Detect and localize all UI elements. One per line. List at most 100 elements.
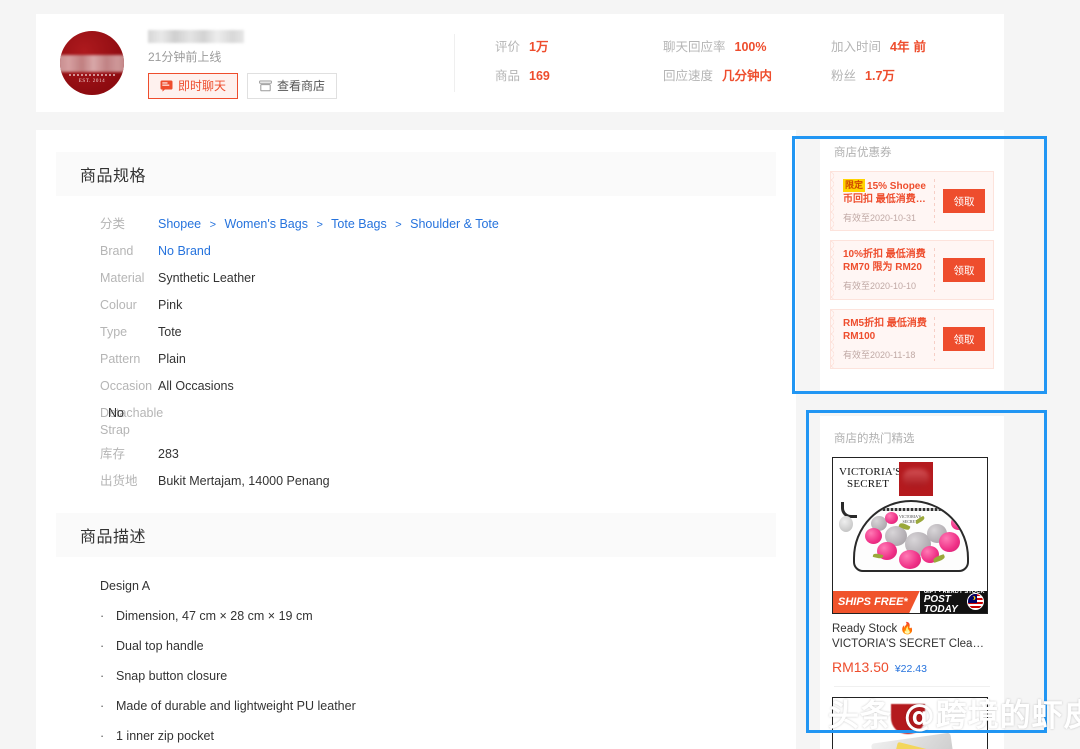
stat-chat-response-rate: 聊天回应率 100% [663,36,831,65]
voucher-claim-button[interactable]: 领取 [943,189,985,213]
breadcrumb-sep-1: > [316,219,323,231]
voucher-zigzag-edge [830,241,835,299]
flower-pink [951,516,966,530]
sidebar: 商店优惠券 限定 15% Shopee 币回扣 最低消费… 有效至2020-10-… [820,130,1004,390]
bag-zipper-icon [855,508,967,511]
voucher-limited-badge: 限定 [843,178,866,192]
specification-table: 分类 Shopee > Women's Bags > Tote Bags > S… [36,196,796,493]
spec-row-type: Type Tote [36,324,796,344]
spec-key-category: 分类 [100,217,126,231]
voucher-dashed-divider [934,248,935,292]
stat-column-2: 聊天回应率 100% 回应速度 几分钟内 [663,36,831,94]
flower-pink [939,532,960,552]
breadcrumb-sep-0: > [209,219,217,231]
voucher-line2: RM70 限为 RM20 [843,262,922,273]
voucher-card[interactable]: RM5折扣 最低消费 RM100 有效至2020-11-18 领取 [830,309,994,369]
voucher-zigzag-edge [830,172,835,230]
flower-pink [899,550,921,569]
stat-ratings-label: 评价 [495,40,521,54]
voucher-card[interactable]: 限定 15% Shopee 币回扣 最低消费… 有效至2020-10-31 领取 [830,171,994,231]
description-bullet: · Dimension, 47 cm × 28 cm × 19 cm [100,609,796,623]
spec-row-detachable-strap: Detachable Strap No [36,405,796,439]
voucher-line2: RM100 [843,331,876,342]
voucher-dashed-divider [934,179,935,223]
bag-charm-tag [839,516,853,532]
flower-pink [885,512,898,524]
hot-product-price-converted: ¥22.43 [894,663,927,675]
spec-row-pattern: Pattern Plain [36,351,796,371]
hot-product-name-line2: VICTORIA'S SECRET Clea… [832,638,984,650]
bullet-dot-icon: · [100,609,105,623]
description-bullet-text: Snap button closure [116,669,228,683]
spec-value-colour: Pink [158,298,183,312]
voucher-expiry: 有效至2020-10-31 [843,212,917,223]
main-content-panel: 商品规格 分类 Shopee > Women's Bags > Tote Bag… [36,130,796,749]
stat-products-value: 169 [529,69,550,83]
hot-product-card[interactable]: VICTORIA'S SECRET VICTORIA'S SECRET SHIP… [830,457,994,687]
voucher-expiry: 有效至2020-11-18 [843,350,916,360]
stat-followers: 粉丝 1.7万 [831,65,999,94]
stat-response-speed-label: 回应速度 [663,69,714,83]
shop-online-status: 21分钟前上线 [148,49,222,64]
voucher-info: 限定 15% Shopee 币回扣 最低消费… 有效至2020-10-31 [831,178,934,224]
description-bullet-text: Dual top handle [116,639,204,653]
description-bullet: · 1 inner zip pocket [100,729,796,743]
spec-value-ship-from: Bukit Mertajam, 14000 Penang [158,474,330,488]
shop-info: 21分钟前上线 即时聊天 查看商店 [148,28,448,99]
spec-key-colour: Colour [100,298,137,312]
description-bullet-text: 1 inner zip pocket [116,729,214,743]
stat-joined-value: 4年 [890,40,910,54]
stat-response-speed-value: 几分钟内 [722,69,773,83]
voucher-claim-button[interactable]: 领取 [943,258,985,282]
voucher-card[interactable]: 10%折扣 最低消费 RM70 限为 RM20 有效至2020-10-10 领取 [830,240,994,300]
spec-value-type: Tote [158,325,182,339]
shop-vouchers-panel: 商店优惠券 限定 15% Shopee 币回扣 最低消费… 有效至2020-10-… [820,130,1004,390]
breadcrumb-item-1[interactable]: Women's Bags [225,217,308,231]
view-shop-button[interactable]: 查看商店 [247,72,338,99]
stat-products: 商品 169 [495,65,663,94]
description-heading: Design A [100,579,151,593]
victorias-secret-brand-text: VICTORIA'S SECRET [839,466,901,490]
spec-key-pattern: Pattern [100,352,141,366]
spec-key-type: Type [100,325,128,339]
bullet-dot-icon: · [100,669,105,683]
spec-key-stock: 库存 [100,447,126,461]
voucher-info: 10%折扣 最低消费 RM70 限为 RM20 有效至2020-10-10 [831,248,934,292]
leaf [872,553,884,559]
shop-logo-blur [903,469,929,487]
breadcrumb-sep-2: > [395,219,402,231]
breadcrumb-item-2[interactable]: Tote Bags [331,217,387,231]
stat-response-speed: 回应速度 几分钟内 [663,65,831,94]
avatar[interactable]: EST. 2014 [60,31,124,95]
chat-now-button[interactable]: 即时聊天 [148,72,239,99]
stat-joined-label: 加入时间 [831,40,882,54]
hot-picks-title: 商店的热门精选 [834,433,915,445]
specification-section-header: 商品规格 [56,152,776,196]
shop-stats: 评价 1万 商品 169 聊天回应率 100% 回应速度 几分钟内 加入时间 4… [455,32,1004,94]
spec-value-brand[interactable]: No Brand [158,243,211,263]
description-bullet-text: Dimension, 47 cm × 28 cm × 19 cm [116,609,313,623]
cosmetic-bag-illustration: VICTORIA'S SECRET [853,500,969,572]
stat-ratings: 评价 1万 [495,36,663,65]
voucher-claim-button[interactable]: 领取 [943,327,985,351]
description-bullet: · Dual top handle [100,639,796,653]
flower-pink [865,528,882,544]
watermark: 头条 @跨境的虾皮 [828,698,1080,734]
description-bullet-text: Made of durable and lightweight PU leath… [116,699,356,713]
breadcrumb-item-3[interactable]: Shoulder & Tote [410,217,499,231]
spec-row-colour: Colour Pink [36,297,796,317]
hot-picks-divider [834,686,990,687]
stat-followers-label: 粉丝 [831,69,857,83]
shop-logo-overlay [899,462,933,496]
voucher-main-text: 限定 15% Shopee 币回扣 最低消费… [843,178,930,206]
spec-key-detachable-strap: Detachable Strap [100,406,164,437]
spec-row-brand: Brand No Brand [36,243,796,263]
stat-products-label: 商品 [495,69,521,83]
voucher-info: RM5折扣 最低消费 RM100 有效至2020-11-18 [831,317,934,361]
flag-crescent [970,596,974,600]
shop-header-card: EST. 2014 21分钟前上线 即时聊天 查看商店 评价 1万 商品 169… [36,14,1004,112]
promo-banner: SHIPS FREE* GIFT • READY STOCK POST TODA… [833,589,987,613]
voucher-line1: RM5折扣 最低消费 [843,318,927,329]
breadcrumb-item-0[interactable]: Shopee [158,217,201,231]
page-root: EST. 2014 21分钟前上线 即时聊天 查看商店 评价 1万 商品 169… [0,0,1080,749]
